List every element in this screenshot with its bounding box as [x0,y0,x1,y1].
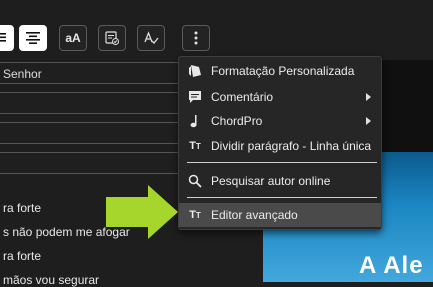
music-note-icon [190,115,197,128]
text-size-icon: TT [189,140,201,152]
menu-item-comment[interactable]: Comentário [179,85,381,109]
menu-item-label: Formatação Personalizada [211,64,355,78]
document-check-icon [105,31,119,45]
menu-item-label: Comentário [211,90,274,104]
menu-item-label: Editor avançado [211,208,298,222]
spellcheck-icon [144,31,159,44]
menu-item-advanced-editor[interactable]: TT Editor avançado [179,203,381,227]
menu-item-split-paragraph[interactable]: TT Dividir parágrafo - Linha única [179,134,381,158]
preview-text: A Ale [359,252,424,279]
author-value: Senhor [3,67,42,81]
menu-separator [187,197,377,198]
font-case-button[interactable]: aA [59,25,87,51]
submenu-arrow-icon [366,93,371,101]
formatting-toolbar: aA [0,0,433,52]
menu-item-chordpro[interactable]: ChordPro [179,109,381,133]
context-menu: Formatação Personalizada Comentário Chor… [178,56,382,230]
comment-icon [189,91,201,103]
font-case-label: aA [65,31,81,45]
submenu-arrow-icon [366,117,371,125]
tag-icon [189,65,201,77]
menu-item-label: Pesquisar autor online [211,174,331,188]
align-justify-button[interactable] [0,25,14,51]
menu-item-label: ChordPro [211,114,263,128]
menu-item-search-author[interactable]: Pesquisar autor online [179,169,381,193]
menu-separator [187,162,377,163]
lyric-line-1[interactable]: ra forte [3,201,41,215]
lyric-line-3[interactable]: ra forte [3,249,41,263]
spellcheck-button[interactable] [137,25,165,51]
search-icon [188,174,202,188]
more-options-button[interactable] [182,25,210,51]
more-options-icon [194,31,198,45]
menu-item-label: Dividir parágrafo - Linha única [211,139,372,153]
align-justify-icon [0,33,6,42]
menu-item-custom-formatting[interactable]: Formatação Personalizada [179,59,381,83]
document-check-button[interactable] [98,25,126,51]
align-center-icon [26,32,40,44]
green-arrow-pointer [106,185,178,239]
lyric-line-4[interactable]: mãos vou segurar [3,273,99,287]
align-center-button[interactable] [19,25,47,51]
text-size-icon: TT [189,209,201,221]
